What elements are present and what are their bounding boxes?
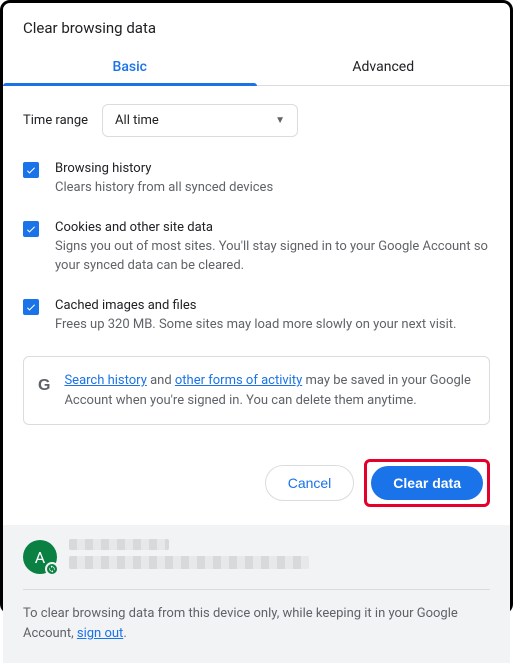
chevron-down-icon: ▼ xyxy=(275,115,285,126)
footer-text: To clear browsing data from this device … xyxy=(23,604,490,643)
tab-advanced[interactable]: Advanced xyxy=(257,47,511,85)
check-icon xyxy=(25,164,37,176)
time-range-label: Time range xyxy=(23,113,88,128)
sign-out-link[interactable]: sign out xyxy=(77,626,123,641)
checkbox-cache[interactable] xyxy=(23,299,39,315)
check-icon xyxy=(25,301,37,313)
account-row: A xyxy=(23,539,490,575)
cancel-button[interactable]: Cancel xyxy=(265,465,355,501)
divider xyxy=(23,589,490,590)
dialog-actions: Cancel Clear data xyxy=(3,435,510,525)
search-history-link[interactable]: Search history xyxy=(64,373,146,388)
sync-badge-icon xyxy=(45,562,59,576)
avatar: A xyxy=(23,540,57,574)
checkbox-cookies[interactable] xyxy=(23,221,39,237)
option-cache: Cached images and files Frees up 320 MB.… xyxy=(23,298,490,335)
google-g-icon: G xyxy=(38,374,50,398)
time-range-row: Time range All time ▼ xyxy=(23,104,490,137)
google-account-notice: G Search history and other forms of acti… xyxy=(23,356,490,425)
tab-basic[interactable]: Basic xyxy=(3,47,257,85)
footer-text-after: . xyxy=(123,626,126,641)
option-browsing-history: Browsing history Clears history from all… xyxy=(23,161,490,198)
check-icon xyxy=(25,223,37,235)
dialog-title: Clear browsing data xyxy=(3,3,510,47)
avatar-letter: A xyxy=(35,548,45,567)
account-section: A To clear browsing data from this devic… xyxy=(3,525,510,663)
checkbox-browsing-history[interactable] xyxy=(23,162,39,178)
clear-data-button[interactable]: Clear data xyxy=(371,466,483,500)
dialog-content: Time range All time ▼ Browsing history C… xyxy=(3,86,510,435)
option-title: Cached images and files xyxy=(55,298,490,313)
option-title: Browsing history xyxy=(55,161,490,176)
option-desc: Signs you out of most sites. You'll stay… xyxy=(55,238,490,276)
option-title: Cookies and other site data xyxy=(55,220,490,235)
option-desc: Clears history from all synced devices xyxy=(55,179,490,198)
notice-text: and xyxy=(147,373,175,388)
option-desc: Frees up 320 MB. Some sites may load mor… xyxy=(55,316,490,335)
time-range-value: All time xyxy=(115,113,159,128)
other-activity-link[interactable]: other forms of activity xyxy=(175,373,302,388)
tab-bar: Basic Advanced xyxy=(3,47,510,86)
account-info-redacted xyxy=(69,539,490,575)
time-range-select[interactable]: All time ▼ xyxy=(102,104,298,137)
clear-data-highlight: Clear data xyxy=(364,459,490,507)
option-cookies: Cookies and other site data Signs you ou… xyxy=(23,220,490,276)
